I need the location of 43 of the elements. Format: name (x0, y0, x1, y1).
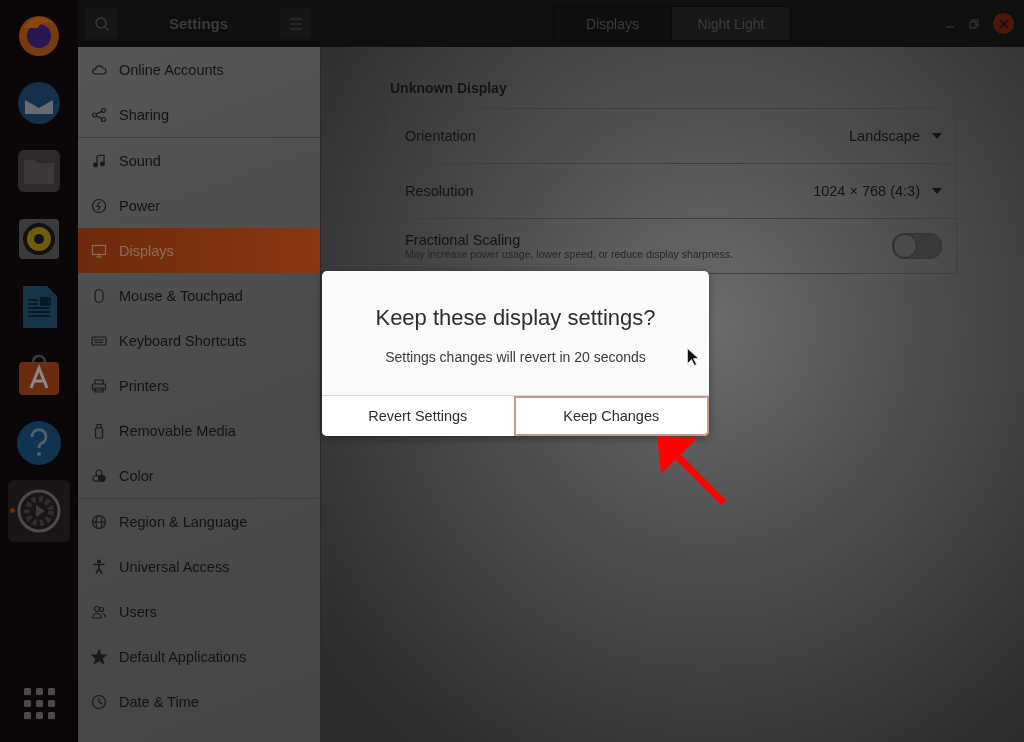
sidebar-item[interactable]: Power (78, 183, 320, 228)
sidebar-item[interactable]: Keyboard Shortcuts (78, 318, 320, 363)
globe-icon (91, 513, 107, 530)
dropdown[interactable]: 1024 × 768 (4:3) (813, 183, 942, 199)
restore-icon[interactable] (969, 18, 979, 29)
dropdown[interactable]: Landscape (849, 128, 942, 144)
mouse-cursor-icon (687, 348, 698, 366)
printer-icon (91, 377, 107, 394)
search-button[interactable] (85, 7, 118, 40)
monitor-icon (91, 242, 107, 259)
gear-icon[interactable] (16, 488, 62, 534)
toggle-switch[interactable] (892, 233, 942, 259)
person-icon (91, 558, 107, 575)
dialog-button[interactable]: Keep Changes (513, 396, 709, 436)
circles-icon (91, 467, 107, 484)
clock-icon (91, 693, 107, 710)
dialog-title: Keep these display settings? (374, 305, 657, 331)
mouse-icon (91, 287, 107, 304)
close-button[interactable] (993, 13, 1014, 34)
bird-envelope-icon[interactable] (16, 80, 62, 126)
search-icon (93, 15, 110, 32)
share-icon (91, 106, 107, 123)
sidebar-item[interactable]: Sound (78, 138, 320, 183)
caret-icon (932, 188, 942, 194)
sidebar-item[interactable]: Mouse & Touchpad (78, 273, 320, 318)
sidebar-item[interactable]: Displays (78, 228, 320, 273)
dialog-message: Settings changes will revert in 20 seconds (385, 349, 646, 365)
shopping-bag-icon[interactable] (16, 352, 62, 398)
users-icon (91, 603, 107, 620)
speaker-icon[interactable] (16, 216, 62, 262)
sidebar-item[interactable]: Printers (78, 363, 320, 408)
question-mark-icon[interactable] (16, 420, 62, 466)
close-icon (998, 18, 1009, 29)
music-note-icon (91, 152, 107, 169)
caret-icon (932, 133, 942, 139)
dialog-button[interactable]: Revert Settings (322, 396, 514, 436)
folder-icon[interactable] (16, 148, 62, 194)
lightning-icon (91, 197, 107, 214)
sidebar-item[interactable]: Online Accounts (78, 47, 320, 92)
star-icon (91, 648, 107, 665)
sidebar-item[interactable]: Sharing (78, 92, 320, 137)
app-grid-icon[interactable] (24, 688, 56, 720)
menu-button[interactable] (279, 7, 312, 40)
